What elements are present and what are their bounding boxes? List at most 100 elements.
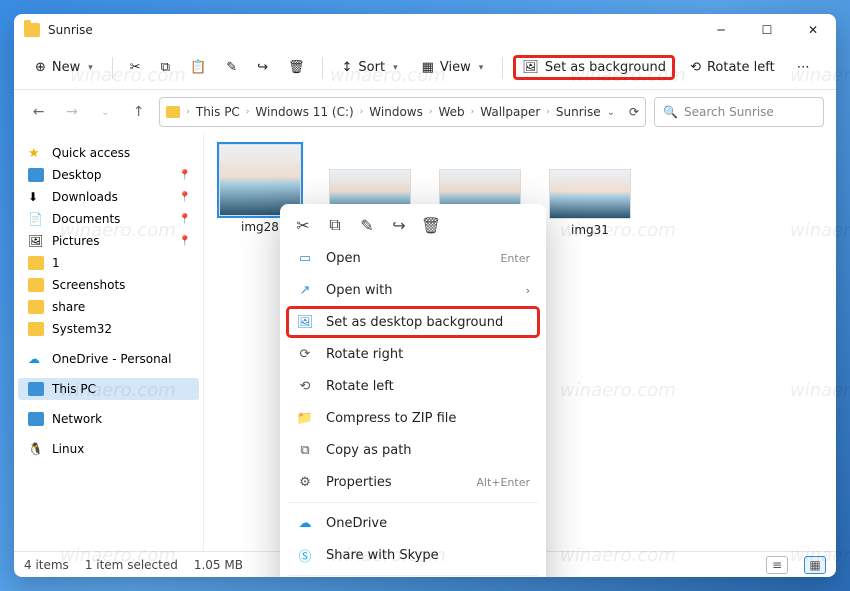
menu-compress-zip[interactable]: 📁 Compress to ZIP file	[286, 402, 540, 434]
cut-button[interactable]: ✂	[294, 216, 312, 234]
cloud-icon: ☁	[296, 514, 314, 532]
folder-icon	[28, 322, 44, 336]
back-button[interactable]: ←	[26, 98, 51, 126]
crumb[interactable]: Windows 11 (C:)	[255, 105, 353, 119]
delete-button[interactable]: 🗑	[422, 216, 440, 234]
menu-rotate-left[interactable]: ⟲ Rotate left	[286, 370, 540, 402]
rotate-left-button[interactable]: ⟲ Rotate left	[681, 55, 784, 80]
share-button[interactable]: ↪	[250, 55, 275, 80]
file-name: img28	[241, 220, 279, 234]
maximize-button[interactable]: ☐	[744, 14, 790, 46]
refresh-button[interactable]: ⟳	[629, 105, 639, 119]
sidebar-item-label: Network	[52, 412, 102, 426]
sidebar-item-screenshots[interactable]: Screenshots	[18, 274, 199, 296]
folder-icon	[166, 106, 180, 118]
menu-skype[interactable]: Ⓢ Share with Skype	[286, 539, 540, 571]
sidebar-item-share[interactable]: share	[18, 296, 199, 318]
pc-icon	[28, 382, 44, 396]
chevron-right-icon: ›	[526, 284, 530, 297]
crumb[interactable]: This PC	[196, 105, 240, 119]
file-item[interactable]: img31	[546, 169, 634, 237]
sidebar-item-label: Screenshots	[52, 278, 125, 292]
sidebar-item-label: Documents	[52, 212, 120, 226]
share-button[interactable]: ↪	[390, 216, 408, 234]
ellipsis-icon: ⋯	[797, 60, 810, 75]
pictures-icon: 🖼	[28, 234, 44, 248]
cut-button[interactable]: ✂	[123, 55, 148, 80]
new-label: New	[52, 60, 80, 75]
sidebar-quick-access[interactable]: ★ Quick access	[18, 142, 199, 164]
sidebar-linux[interactable]: 🐧 Linux	[18, 438, 199, 460]
crumb[interactable]: Web	[438, 105, 464, 119]
address-chevron-icon[interactable]: ⌄	[607, 107, 615, 118]
set-background-button[interactable]: 🖼 Set as background	[513, 55, 675, 80]
menu-label: Open	[326, 251, 361, 266]
sidebar-item-downloads[interactable]: ⬇ Downloads 📍	[18, 186, 199, 208]
menu-label: Properties	[326, 475, 392, 490]
menu-onedrive[interactable]: ☁ OneDrive	[286, 507, 540, 539]
sidebar-onedrive[interactable]: ☁ OneDrive - Personal	[18, 348, 199, 370]
rename-button[interactable]: ✎	[219, 55, 244, 80]
menu-label: Compress to ZIP file	[326, 411, 456, 426]
copy-path-icon: ⧉	[296, 441, 314, 459]
titlebar: Sunrise ─ ☐ ✕	[14, 14, 836, 46]
menu-label: Copy as path	[326, 443, 412, 458]
paste-icon: 📋	[190, 60, 206, 75]
scissors-icon: ✂	[130, 60, 141, 75]
share-icon: ↪	[257, 60, 268, 75]
pin-icon: 📍	[179, 214, 191, 225]
menu-shortcut: Enter	[500, 252, 530, 265]
menu-open-with[interactable]: ↗ Open with ›	[286, 274, 540, 306]
view-label: View	[440, 60, 471, 75]
sidebar-item-desktop[interactable]: Desktop 📍	[18, 164, 199, 186]
forward-button[interactable]: →	[59, 98, 84, 126]
folder-icon	[28, 278, 44, 292]
sidebar-item-label: Downloads	[52, 190, 118, 204]
crumb[interactable]: Wallpaper	[480, 105, 540, 119]
menu-label: Open with	[326, 283, 392, 298]
sidebar-item-pictures[interactable]: 🖼 Pictures 📍	[18, 230, 199, 252]
minimize-button[interactable]: ─	[698, 14, 744, 46]
sidebar-item-1[interactable]: 1	[18, 252, 199, 274]
main-area: ★ Quick access Desktop 📍 ⬇ Downloads 📍 📄…	[14, 134, 836, 551]
folder-icon	[28, 256, 44, 270]
search-icon: 🔍	[663, 105, 678, 119]
close-button[interactable]: ✕	[790, 14, 836, 46]
address-bar[interactable]: › This PC› Windows 11 (C:)› Windows› Web…	[159, 97, 646, 127]
up-button[interactable]: ↑	[126, 98, 151, 126]
copy-button[interactable]: ⧉	[154, 55, 177, 80]
picture-icon: 🖼	[522, 60, 539, 75]
sidebar-item-documents[interactable]: 📄 Documents 📍	[18, 208, 199, 230]
copy-button[interactable]: ⧉	[326, 216, 344, 234]
menu-copy-path[interactable]: ⧉ Copy as path	[286, 434, 540, 466]
crumb[interactable]: Windows	[369, 105, 423, 119]
menu-set-desktop-background[interactable]: 🖼 Set as desktop background	[286, 306, 540, 338]
nav-row: ← → ⌄ ↑ › This PC› Windows 11 (C:)› Wind…	[14, 90, 836, 134]
sidebar-network[interactable]: Network	[18, 408, 199, 430]
sort-button[interactable]: ↕ Sort ▾	[333, 55, 407, 80]
paste-button[interactable]: 📋	[183, 55, 213, 80]
rename-button[interactable]: ✎	[358, 216, 376, 234]
sort-icon: ↕	[342, 60, 353, 75]
sidebar-item-label: Quick access	[52, 146, 130, 160]
view-button[interactable]: ▦ View ▾	[413, 55, 493, 80]
recent-chevron[interactable]: ⌄	[93, 98, 118, 126]
file-name: img31	[571, 223, 609, 237]
sidebar-thispc[interactable]: This PC	[18, 378, 199, 400]
sidebar-item-system32[interactable]: System32	[18, 318, 199, 340]
menu-open[interactable]: ▭ Open Enter	[286, 242, 540, 274]
new-button[interactable]: ⊕ New ▾	[26, 55, 102, 80]
search-placeholder: Search Sunrise	[684, 105, 774, 119]
folder-icon	[28, 300, 44, 314]
delete-button[interactable]: 🗑	[281, 55, 312, 80]
set-background-label: Set as background	[545, 60, 666, 75]
more-button[interactable]: ⋯	[790, 55, 817, 80]
status-size: 1.05 MB	[194, 558, 243, 572]
menu-properties[interactable]: ⚙ Properties Alt+Enter	[286, 466, 540, 498]
search-box[interactable]: 🔍 Search Sunrise	[654, 97, 824, 127]
thumbnails-view-button[interactable]: ▦	[804, 556, 826, 574]
crumb[interactable]: Sunrise	[556, 105, 601, 119]
details-view-button[interactable]: ≡	[766, 556, 788, 574]
menu-rotate-right[interactable]: ⟳ Rotate right	[286, 338, 540, 370]
explorer-window: Sunrise ─ ☐ ✕ ⊕ New ▾ ✂ ⧉ 📋 ✎ ↪ 🗑 ↕ Sort…	[14, 14, 836, 577]
